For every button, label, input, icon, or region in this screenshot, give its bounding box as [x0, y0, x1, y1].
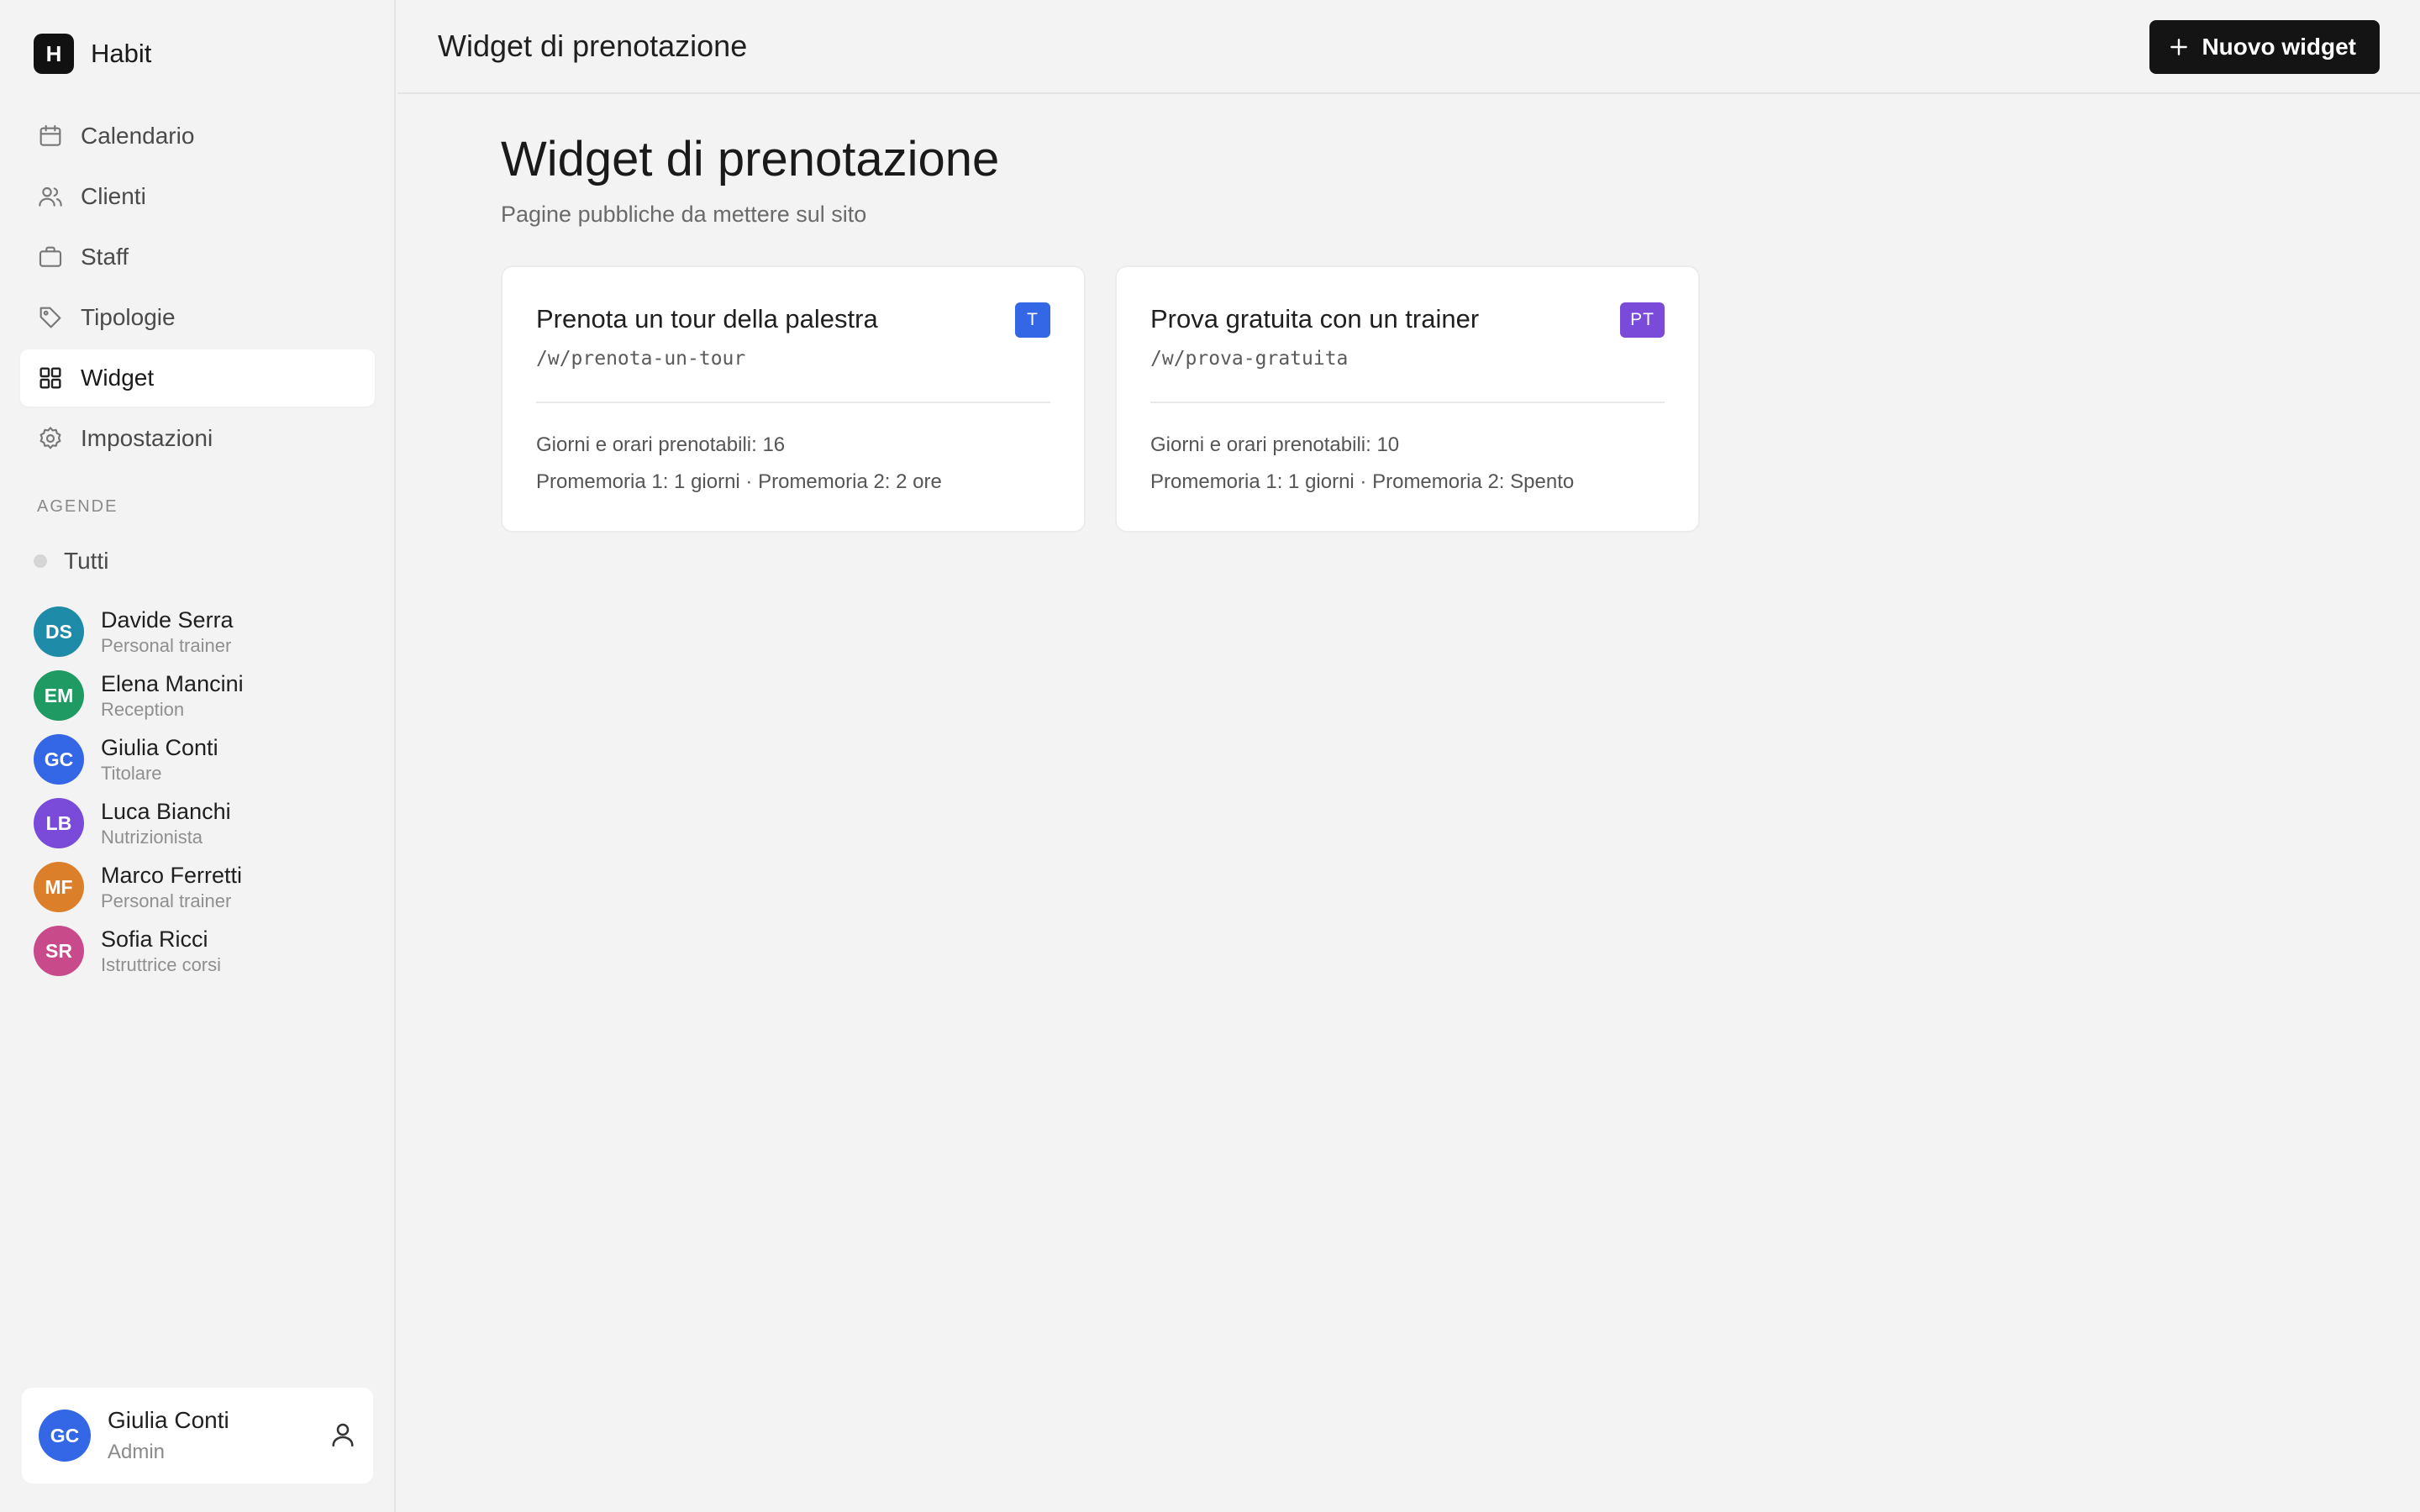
avatar: MF [34, 862, 84, 912]
users-icon [37, 183, 64, 210]
avatar: EM [34, 670, 84, 721]
grid-icon [37, 365, 64, 391]
agenda-name: Sofia Ricci [101, 926, 208, 952]
widget-path: /w/prova-gratuita [1150, 348, 1349, 370]
agenda-name: Elena Mancini [101, 670, 244, 696]
widget-card-title: Prenota un tour della palestra [536, 304, 878, 333]
main-nav: Calendario Clienti Staff Tipologie Widge… [20, 108, 375, 470]
new-widget-button-label: Nuovo widget [2202, 34, 2356, 60]
widget-card[interactable]: Prova gratuita con un trainer PT /w/prov… [1115, 265, 1700, 533]
app-name: Habit [91, 39, 152, 68]
gear-icon [37, 425, 64, 452]
divider [1150, 402, 1665, 403]
nav-item-impostazioni[interactable]: Impostazioni [20, 410, 375, 467]
agenda-name: Davide Serra [101, 606, 234, 633]
agenda-item[interactable]: MF Marco Ferretti Personal trainer [34, 855, 370, 919]
nav-label: Calendario [81, 123, 195, 149]
widget-badge: PT [1620, 302, 1665, 338]
widget-slots-info: Giorni e orari prenotabili: 10 [1150, 433, 1400, 456]
header-title: Widget di prenotazione [438, 29, 748, 63]
agenda-name: Luca Bianchi [101, 798, 231, 824]
nav-label: Tipologie [81, 304, 176, 330]
current-user-card[interactable]: GC Giulia Conti Admin [22, 1388, 373, 1483]
nav-item-widget[interactable]: Widget [20, 349, 375, 407]
agenda-item[interactable]: LB Luca Bianchi Nutrizionista [34, 791, 370, 855]
agenda-item[interactable]: EM Elena Mancini Reception [34, 664, 370, 727]
agenda-role: Istruttrice corsi [101, 953, 222, 975]
plus-icon [2170, 39, 2188, 55]
agenda-list: DS Davide Serra Personal trainer EM Elen… [34, 600, 370, 983]
avatar: DS [34, 606, 84, 657]
divider [536, 402, 1050, 403]
avatar: LB [34, 798, 84, 848]
agenda-filter-all[interactable]: Tutti [34, 544, 108, 578]
agenda-filter-all-label: Tutti [64, 548, 109, 574]
brand[interactable]: H Habit [34, 34, 151, 74]
agende-section-label: AGENDE [37, 497, 118, 516]
agenda-item[interactable]: SR Sofia Ricci Istruttrice corsi [34, 919, 370, 983]
agenda-role: Nutrizionista [101, 826, 203, 848]
agenda-item[interactable]: GC Giulia Conti Titolare [34, 727, 370, 791]
nav-label: Widget [81, 365, 155, 391]
agenda-name: Giulia Conti [101, 734, 218, 760]
widget-slots-info: Giorni e orari prenotabili: 16 [536, 433, 786, 456]
agenda-role: Titolare [101, 762, 162, 784]
avatar: SR [34, 926, 84, 976]
page-subtitle: Pagine pubbliche da mettere sul sito [501, 202, 867, 227]
new-widget-button[interactable]: Nuovo widget [2149, 20, 2380, 74]
agenda-role: Personal trainer [101, 890, 232, 911]
tag-icon [37, 304, 64, 331]
agenda-name: Marco Ferretti [101, 862, 243, 888]
agenda-role: Reception [101, 698, 185, 720]
user-role: Admin [108, 1441, 166, 1463]
dot-icon [34, 554, 47, 568]
widget-path: /w/prenota-un-tour [536, 348, 746, 370]
nav-label: Clienti [81, 183, 146, 209]
app-logo: H [34, 34, 74, 74]
top-bar: Widget di prenotazione Nuovo widget [397, 0, 2420, 94]
nav-item-clienti[interactable]: Clienti [20, 168, 375, 225]
agenda-item[interactable]: DS Davide Serra Personal trainer [34, 600, 370, 664]
widget-reminders-info: Promemoria 1: 1 giorni · Promemoria 2: S… [1150, 470, 1575, 493]
user-name: Giulia Conti [108, 1407, 229, 1433]
nav-label: Impostazioni [81, 425, 213, 451]
user-avatar: GC [39, 1410, 91, 1462]
widget-badge: T [1015, 302, 1050, 338]
page-title: Widget di prenotazione [501, 132, 1000, 186]
calendar-icon [37, 123, 64, 150]
widget-card[interactable]: Prenota un tour della palestra T /w/pren… [501, 265, 1086, 533]
nav-label: Staff [81, 244, 129, 270]
nav-item-tipologie[interactable]: Tipologie [20, 289, 375, 346]
user-profile-icon[interactable] [328, 1420, 358, 1450]
nav-item-staff[interactable]: Staff [20, 228, 375, 286]
nav-item-calendario[interactable]: Calendario [20, 108, 375, 165]
avatar: GC [34, 734, 84, 785]
sidebar: H Habit Calendario Clienti Staff Tipolog… [0, 0, 396, 1512]
widget-card-title: Prova gratuita con un trainer [1150, 304, 1480, 333]
agenda-role: Personal trainer [101, 634, 232, 656]
widget-reminders-info: Promemoria 1: 1 giorni · Promemoria 2: 2… [536, 470, 942, 493]
briefcase-icon [37, 244, 64, 270]
